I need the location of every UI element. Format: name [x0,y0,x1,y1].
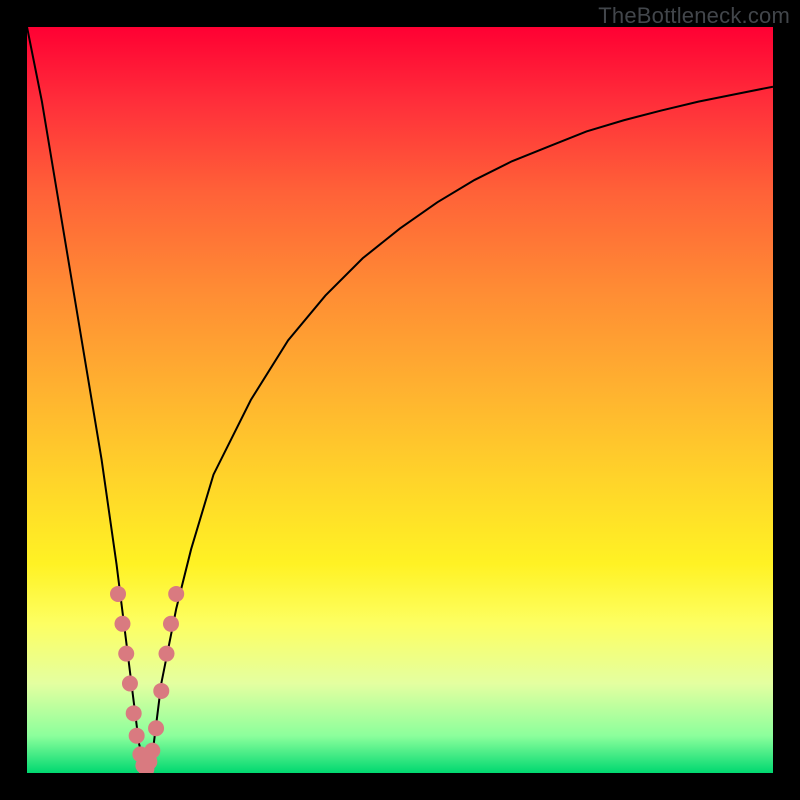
bottleneck-curve-svg [27,27,773,773]
curve-dot [118,646,134,662]
curve-dot [159,646,175,662]
curve-dots [110,586,184,773]
watermark-text: TheBottleneck.com [598,3,790,29]
curve-dot [114,616,130,632]
curve-dot [122,675,138,691]
curve-dot [168,586,184,602]
curve-dot [144,743,160,759]
curve-dot [148,720,164,736]
curve-dot [129,728,145,744]
curve-dot [163,616,179,632]
bottleneck-curve [27,27,773,773]
plot-area [27,27,773,773]
curve-dot [153,683,169,699]
chart-frame: TheBottleneck.com [0,0,800,800]
curve-dot [110,586,126,602]
curve-dot [126,705,142,721]
